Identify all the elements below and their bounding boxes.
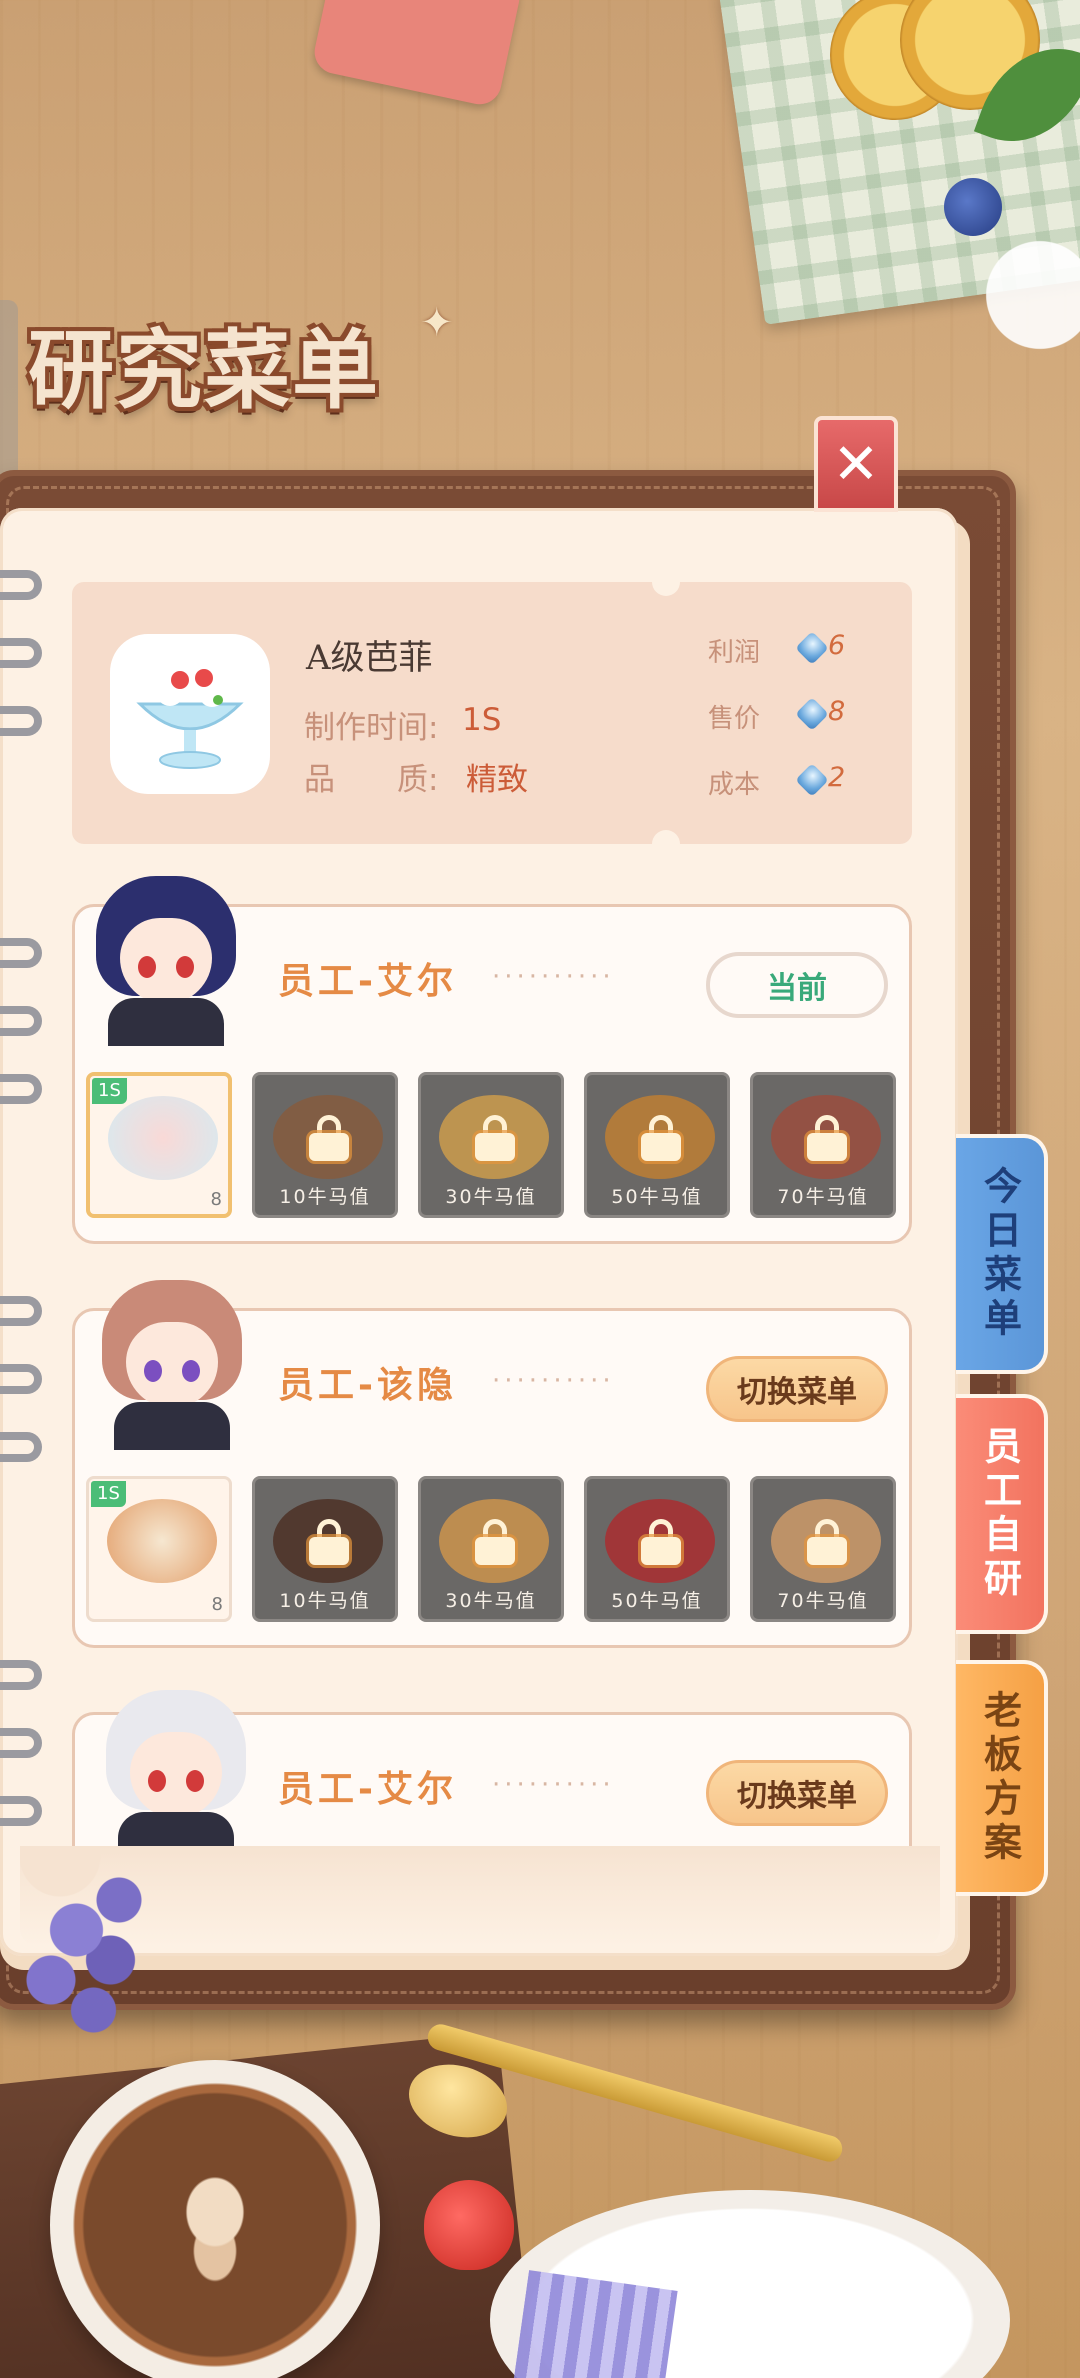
current-menu-button[interactable]: 当前 (706, 952, 888, 1018)
employee-avatar (96, 1690, 256, 1846)
quality-value: 精致 (466, 762, 528, 798)
tab-employee-research[interactable]: 员工自研 (956, 1394, 1048, 1634)
employee-name: 员工-该隐 (278, 1365, 457, 1406)
recipe-name: A级芭菲 (306, 638, 433, 678)
unlock-requirement: 30牛马值 (445, 1186, 537, 1208)
ticket-notch (652, 830, 680, 858)
binder-ring (0, 1660, 42, 1690)
unlock-requirement: 70牛马值 (777, 1186, 869, 1208)
strawberry-decoration (424, 2180, 514, 2270)
binder-ring (0, 638, 42, 668)
lock-icon (641, 1115, 681, 1161)
binder-ring (0, 570, 42, 600)
unlock-requirement: 70牛马值 (777, 1590, 869, 1612)
unlock-requirement: 50牛马值 (611, 1186, 703, 1208)
notebook-decoration (310, 0, 524, 109)
latte-art-decoration (150, 2160, 280, 2290)
lock-icon (641, 1519, 681, 1565)
lock-icon (309, 1519, 349, 1565)
time-badge: 1S (92, 1078, 127, 1104)
dish-slot-locked[interactable]: 70牛马值 (750, 1476, 896, 1622)
lock-icon (807, 1115, 847, 1161)
employee-avatar (86, 876, 246, 1046)
dish-slot-locked[interactable]: 10牛马值 (252, 1072, 398, 1218)
switch-menu-button[interactable]: 切换菜单 (706, 1760, 888, 1826)
price-value: 8 (828, 696, 846, 727)
lock-icon (309, 1115, 349, 1161)
dish-slot-unlocked[interactable]: 1S 8 (86, 1072, 232, 1218)
dish-image-frame (110, 634, 270, 794)
quality-label: 品 质: (304, 762, 439, 798)
dish-slot-unlocked[interactable]: 1S 8 (86, 1476, 232, 1622)
dish-slot-locked[interactable]: 50牛马值 (584, 1072, 730, 1218)
profit-label: 利润 (708, 638, 761, 668)
blueberry-decoration (944, 178, 1002, 236)
dish-slot-locked[interactable]: 70牛马值 (750, 1072, 896, 1218)
price-label: 售价 (708, 704, 761, 734)
lock-icon (475, 1115, 515, 1161)
switch-menu-button[interactable]: 切换菜单 (706, 1356, 888, 1422)
cost-value: 2 (828, 762, 846, 793)
sparkle-icon: ✦ (420, 300, 454, 346)
binder-ring (0, 938, 42, 968)
profit-value: 6 (828, 630, 846, 661)
binder-ring (0, 1364, 42, 1394)
binder-ring (0, 1074, 42, 1104)
close-button[interactable]: ✕ (814, 416, 898, 512)
unlock-requirement: 10牛马值 (279, 1186, 371, 1208)
leader-dots: ·········· (492, 1366, 615, 1396)
parfait-icon (136, 669, 244, 769)
unlock-requirement: 30牛马值 (445, 1590, 537, 1612)
leader-dots: ·········· (492, 1770, 615, 1800)
lock-icon (475, 1519, 515, 1565)
lavender-decoration (0, 1860, 170, 2060)
employee-name: 员工-艾尔 (278, 961, 457, 1002)
employee-avatar (92, 1280, 252, 1450)
dish-slot-locked[interactable]: 10牛马值 (252, 1476, 398, 1622)
binder-ring (0, 1296, 42, 1326)
binder-ring (0, 1796, 42, 1826)
time-badge: 1S (91, 1481, 126, 1507)
binder-ring (0, 1006, 42, 1036)
tab-boss-plan[interactable]: 老板方案 (956, 1660, 1048, 1896)
cost-label: 成本 (708, 770, 761, 800)
ticket-notch (652, 568, 680, 596)
unlock-requirement: 10牛马值 (279, 1590, 371, 1612)
binder-ring (0, 706, 42, 736)
page-title: 研究菜单 (28, 321, 380, 421)
time-label: 制作时间: (304, 710, 439, 746)
leader-dots: ·········· (492, 962, 615, 992)
dish-slot-locked[interactable]: 30牛马值 (418, 1072, 564, 1218)
time-value: 1S (462, 702, 502, 738)
binder-ring (0, 1432, 42, 1462)
dish-slot-locked[interactable]: 50牛马值 (584, 1476, 730, 1622)
tab-today-menu[interactable]: 今日菜单 (956, 1134, 1048, 1374)
lock-icon (807, 1519, 847, 1565)
dish-price: 8 (211, 1594, 223, 1615)
dish-slot-locked[interactable]: 30牛马值 (418, 1476, 564, 1622)
dish-price: 8 (210, 1189, 222, 1210)
unlock-requirement: 50牛马值 (611, 1590, 703, 1612)
binder-ring (0, 1728, 42, 1758)
employee-name: 员工-艾尔 (278, 1769, 457, 1810)
